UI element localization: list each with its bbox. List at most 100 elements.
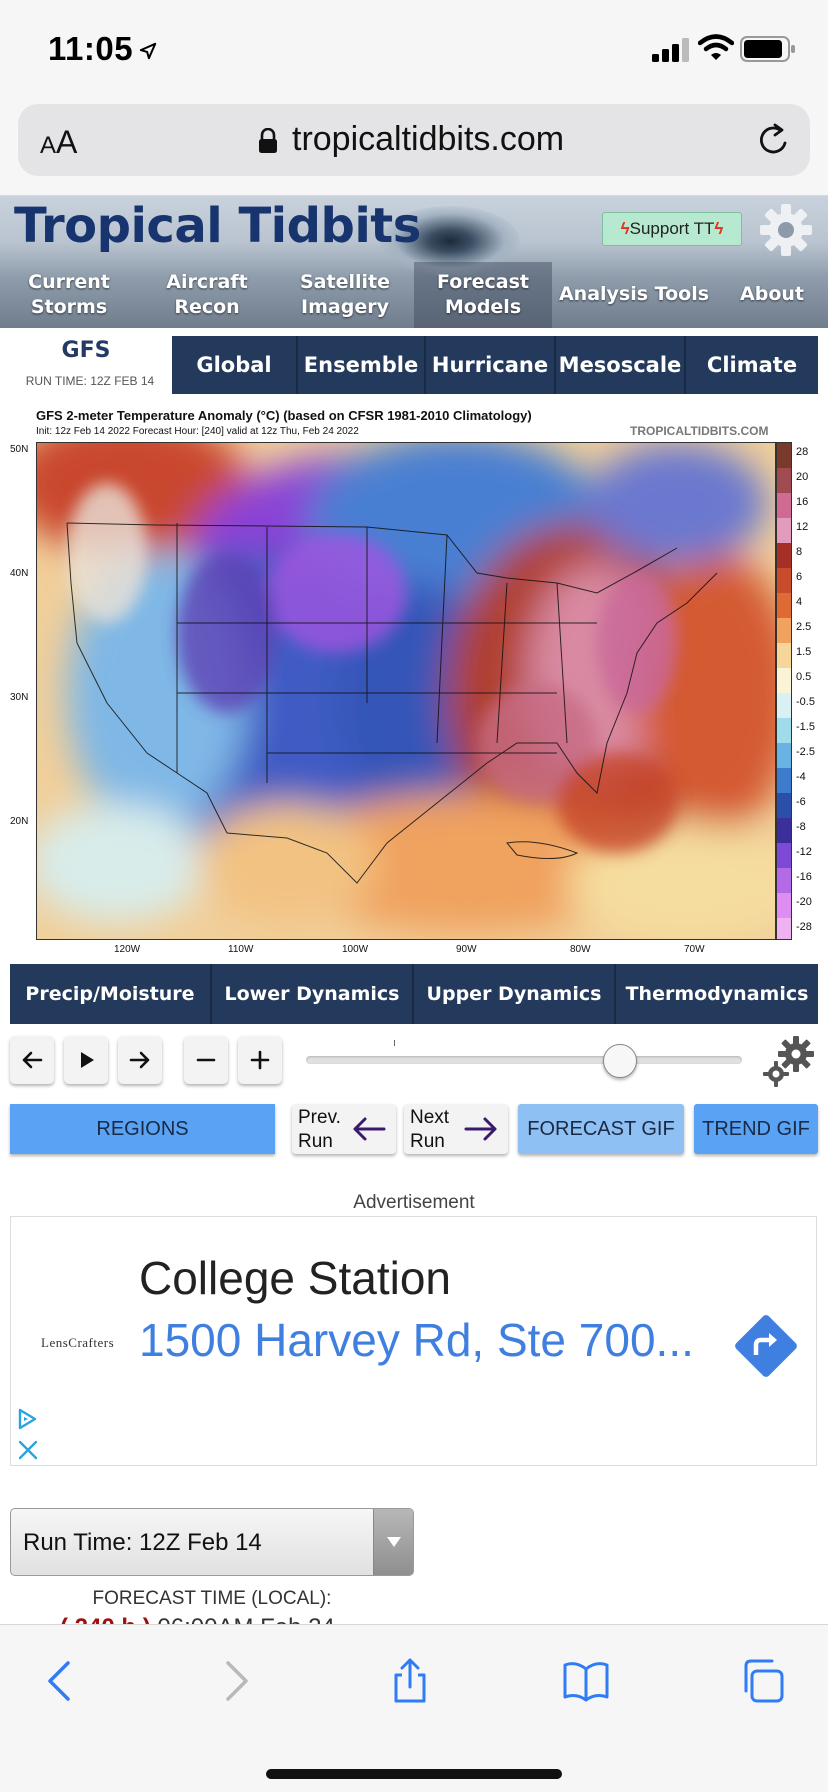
colorbar-label: 2.5 xyxy=(796,621,812,633)
site-nav: Current Storms Aircraft Recon Satellite Ima… xyxy=(0,262,828,328)
tab-lower-dynamics[interactable]: Lower Dynamics xyxy=(212,964,414,1024)
forecast-hour-slider[interactable] xyxy=(306,1056,742,1064)
tab-hurricane[interactable]: Hurricane xyxy=(426,336,556,394)
run-time-select[interactable]: Run Time: 12Z Feb 14 xyxy=(10,1508,414,1576)
colorbar xyxy=(776,442,792,940)
tab-global[interactable]: Global xyxy=(172,336,298,394)
regions-button[interactable]: REGIONS xyxy=(10,1104,275,1154)
site-settings-gear-icon[interactable] xyxy=(758,202,814,258)
anomaly-field-image xyxy=(37,443,775,939)
battery-icon xyxy=(740,36,795,62)
reload-icon[interactable] xyxy=(756,122,792,158)
hurricane-symbol-icon: ϟ xyxy=(620,219,630,238)
ad-address[interactable]: 1500 Harvey Rd, Ste 700... xyxy=(139,1313,719,1367)
settings-gears-icon[interactable] xyxy=(760,1034,816,1090)
lon-label: 90W xyxy=(456,944,477,955)
colorbar-label: -20 xyxy=(796,896,812,908)
play-button[interactable] xyxy=(64,1036,108,1084)
colorbar-label: -1.5 xyxy=(796,721,815,733)
url-text[interactable]: tropicaltidbits.com xyxy=(292,120,564,159)
ad-brand-logo: LensCrafters xyxy=(41,1335,115,1350)
back-icon[interactable] xyxy=(36,1657,84,1705)
share-icon[interactable] xyxy=(386,1657,434,1705)
map-title: GFS 2-meter Temperature Anomaly (°C) (ba… xyxy=(36,408,532,423)
step-forward-button[interactable] xyxy=(118,1036,162,1084)
forecast-map: GFS 2-meter Temperature Anomaly (°C) (ba… xyxy=(0,402,828,958)
zoom-in-button[interactable] xyxy=(238,1036,282,1084)
temperature-anomaly-map[interactable] xyxy=(36,442,776,940)
directions-icon[interactable] xyxy=(729,1309,803,1383)
tab-precip-moisture[interactable]: Precip/Moisture xyxy=(10,964,212,1024)
next-run-label: Next Run xyxy=(410,1107,450,1152)
status-time: 11:05 xyxy=(48,30,157,68)
model-row: GFS RUN TIME: 12Z FEB 14 Global Ensemble… xyxy=(0,330,828,396)
chevron-down-icon xyxy=(373,1509,413,1575)
tab-mesoscale[interactable]: Mesoscale xyxy=(556,336,686,394)
status-bar: 11:05 xyxy=(0,0,828,96)
colorbar-label: -12 xyxy=(796,846,812,858)
map-credit: TROPICALTIDBITS.COM xyxy=(630,424,769,438)
slider-knob[interactable] xyxy=(603,1044,637,1078)
lat-label: 30N xyxy=(10,692,29,703)
next-run-button[interactable]: Next Run xyxy=(404,1104,508,1154)
category-tabs: Global Ensemble Hurricane Mesoscale Clim… xyxy=(172,336,818,394)
zoom-out-button[interactable] xyxy=(184,1036,228,1084)
site-logo[interactable]: Tropical Tidbits xyxy=(14,198,421,254)
lon-label: 70W xyxy=(684,944,705,955)
nav-aircraft-recon[interactable]: Aircraft Recon xyxy=(138,262,276,328)
arrow-left-icon xyxy=(353,1117,386,1141)
bookmarks-icon[interactable] xyxy=(562,1657,610,1705)
step-back-button[interactable] xyxy=(10,1036,54,1084)
colorbar-label: -0.5 xyxy=(796,696,815,708)
nav-about[interactable]: About xyxy=(716,262,828,328)
colorbar-label: -16 xyxy=(796,871,812,883)
lat-label: 50N xyxy=(10,444,29,455)
colorbar-label: -2.5 xyxy=(796,746,815,758)
ad-title[interactable]: College Station xyxy=(139,1251,451,1305)
colorbar-label: -8 xyxy=(796,821,806,833)
tab-thermodynamics[interactable]: Thermodynamics xyxy=(616,964,818,1024)
tab-ensemble[interactable]: Ensemble xyxy=(298,336,426,394)
forecast-time-label: FORECAST TIME (LOCAL): xyxy=(92,1588,332,1609)
arrow-right-icon xyxy=(464,1117,497,1141)
play-icon xyxy=(81,1052,94,1068)
browser-bottom-bar xyxy=(0,1624,828,1792)
lock-icon xyxy=(259,128,277,153)
tabs-icon[interactable] xyxy=(738,1657,786,1705)
advertisement[interactable]: LensCrafters College Station 1500 Harvey… xyxy=(10,1216,817,1466)
colorbar-label: -28 xyxy=(796,921,812,933)
forecast-gif-button[interactable]: FORECAST GIF xyxy=(518,1104,684,1154)
ad-label: Advertisement xyxy=(353,1192,475,1213)
trend-gif-button[interactable]: TREND GIF xyxy=(694,1104,818,1154)
minus-icon xyxy=(196,1058,216,1062)
lat-label: 40N xyxy=(10,568,29,579)
site-header: Tropical Tidbits ϟSupport TTϟ Current Sto… xyxy=(0,196,828,328)
hurricane-symbol-icon: ϟ xyxy=(714,219,724,238)
model-name: GFS xyxy=(61,338,111,363)
lon-label: 80W xyxy=(570,944,591,955)
slider-tick xyxy=(394,1040,395,1046)
arrow-right-icon xyxy=(129,1051,150,1069)
forward-icon[interactable] xyxy=(212,1657,260,1705)
tab-climate[interactable]: Climate xyxy=(686,336,818,394)
adchoices-icon[interactable] xyxy=(15,1407,39,1431)
home-indicator xyxy=(266,1769,562,1779)
colorbar-label: 1.5 xyxy=(796,646,812,658)
colorbar-label: 4 xyxy=(796,596,803,608)
model-run-time: RUN TIME: 12Z FEB 14 xyxy=(25,374,155,388)
support-tt-button[interactable]: ϟSupport TTϟ xyxy=(602,212,742,246)
address-bar[interactable]: AA tropicaltidbits.com xyxy=(18,104,810,176)
reader-aa-button[interactable]: AA xyxy=(40,124,77,161)
map-subtitle: Init: 12z Feb 14 2022 Forecast Hour: [24… xyxy=(36,426,359,437)
prev-run-button[interactable]: Prev. Run xyxy=(292,1104,396,1154)
wifi-icon xyxy=(698,34,734,60)
ad-close-icon[interactable] xyxy=(17,1439,39,1461)
colorbar-label: 20 xyxy=(796,471,809,483)
nav-analysis-tools[interactable]: Analysis Tools xyxy=(552,262,716,328)
nav-current-storms[interactable]: Current Storms xyxy=(0,262,138,328)
nav-satellite-imagery[interactable]: Satellite Imagery xyxy=(276,262,414,328)
colorbar-label: 0.5 xyxy=(796,671,812,683)
tab-upper-dynamics[interactable]: Upper Dynamics xyxy=(414,964,616,1024)
nav-forecast-models[interactable]: Forecast Models xyxy=(414,262,552,328)
lon-label: 100W xyxy=(342,944,369,955)
